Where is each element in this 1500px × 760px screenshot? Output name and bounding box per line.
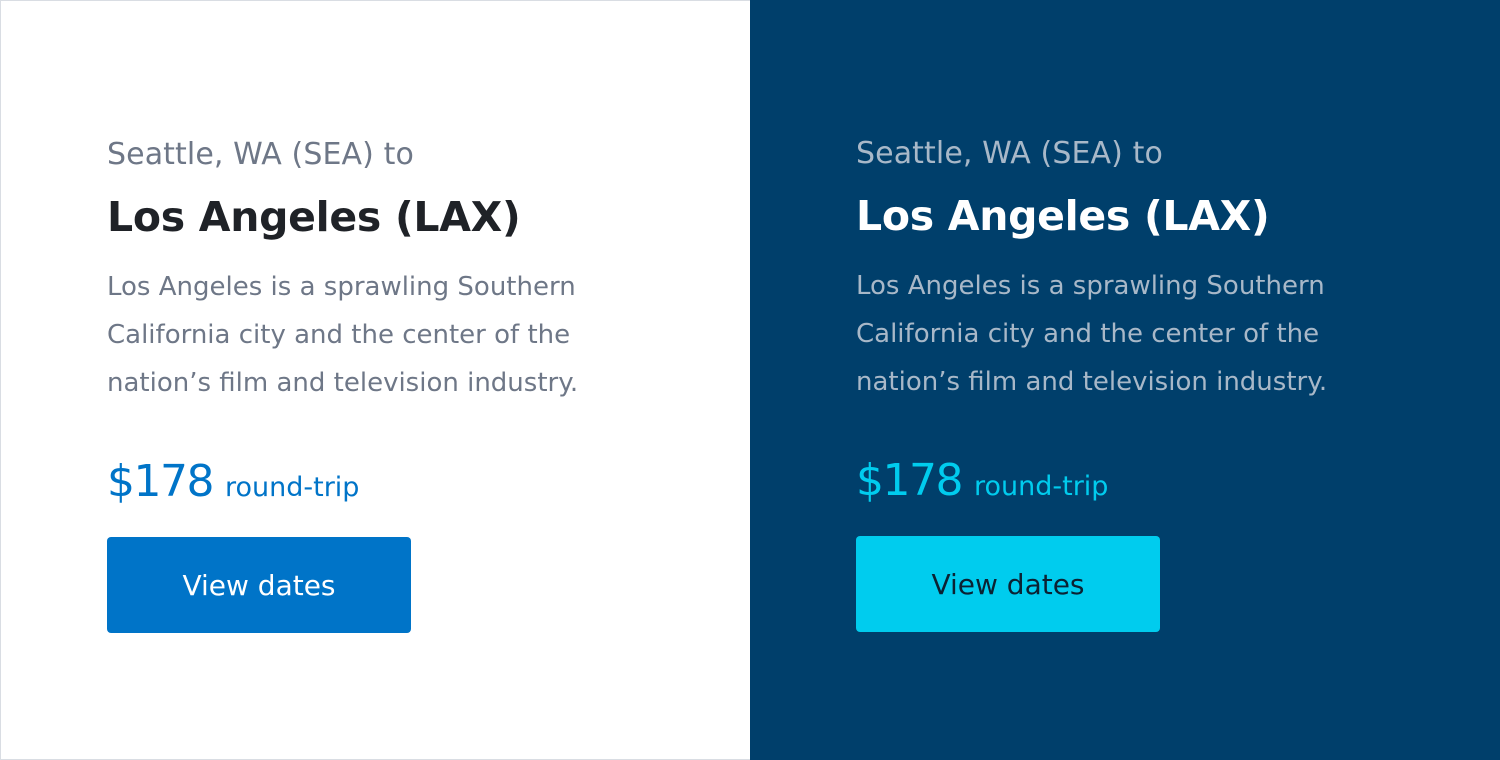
card-content: Seattle, WA (SEA) to Los Angeles (LAX) L… bbox=[107, 133, 667, 513]
destination-description: Los Angeles is a sprawling Southern Cali… bbox=[856, 271, 1328, 397]
trip-type-label: round-trip bbox=[224, 472, 360, 503]
flight-deal-card-dark: Seattle, WA (SEA) to Los Angeles (LAX) L… bbox=[750, 0, 1500, 760]
destination-title: Los Angeles (LAX) bbox=[107, 193, 521, 241]
origin-label: Seattle, WA (SEA) to bbox=[856, 136, 1163, 171]
card-content: Seattle, WA (SEA) to Los Angeles (LAX) L… bbox=[856, 132, 1416, 512]
destination-title: Los Angeles (LAX) bbox=[856, 192, 1270, 240]
view-dates-button[interactable]: View dates bbox=[856, 536, 1160, 632]
price-row: $178 round-trip bbox=[107, 451, 667, 513]
flight-deal-card-light: Seattle, WA (SEA) to Los Angeles (LAX) L… bbox=[0, 0, 750, 760]
trip-type-label: round-trip bbox=[973, 471, 1109, 502]
view-dates-button[interactable]: View dates bbox=[107, 537, 411, 633]
price-value: $178 bbox=[107, 456, 214, 507]
price-row: $178 round-trip bbox=[856, 450, 1416, 512]
origin-label: Seattle, WA (SEA) to bbox=[107, 137, 414, 172]
price-value: $178 bbox=[856, 455, 963, 506]
flight-deal-cards: Seattle, WA (SEA) to Los Angeles (LAX) L… bbox=[0, 0, 1500, 760]
destination-description: Los Angeles is a sprawling Southern Cali… bbox=[107, 272, 579, 398]
